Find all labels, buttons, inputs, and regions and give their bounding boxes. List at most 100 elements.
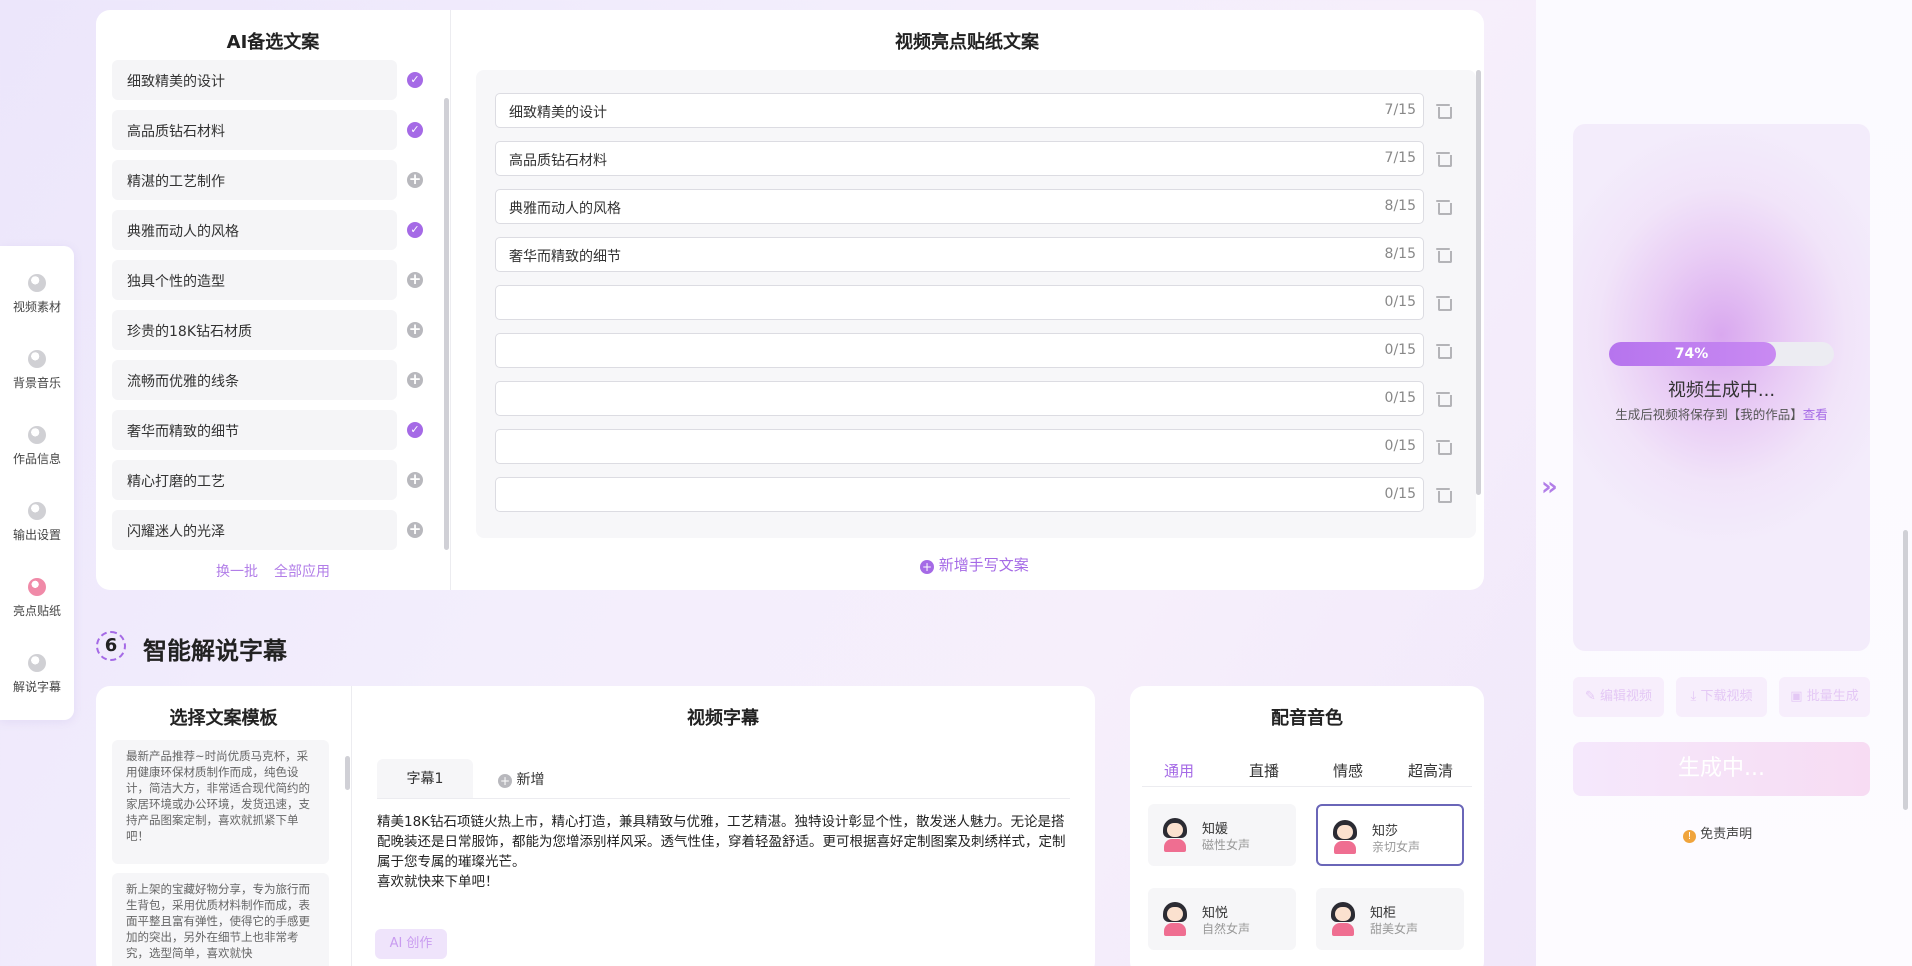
check-icon[interactable]: ✓ <box>407 122 423 138</box>
generate-button[interactable]: 生成中... <box>1573 742 1870 796</box>
sticker-input[interactable]: 高品质钻石材料 7/15 <box>495 141 1424 176</box>
candidate-item[interactable]: 精湛的工艺制作 <box>112 160 397 200</box>
nav-item-background-music[interactable]: 背景音乐 <box>0 350 74 391</box>
add-subtitle-tab[interactable]: + 新增 <box>498 769 544 789</box>
candidate-item[interactable]: 细致精美的设计 <box>112 60 397 100</box>
disclaimer-label: 免责声明 <box>1700 827 1753 842</box>
templates-scrollbar[interactable] <box>345 756 350 790</box>
section-title: 智能解说字幕 <box>143 637 287 665</box>
check-icon[interactable]: ✓ <box>407 422 423 438</box>
avatar <box>1162 902 1188 936</box>
subtitle-tab[interactable]: 字幕1 <box>377 759 473 799</box>
sticker-input[interactable]: 0/15 <box>495 333 1424 368</box>
candidate-text: 奢华而精致的细节 <box>127 424 239 440</box>
sticker-input[interactable]: 0/15 <box>495 429 1424 464</box>
subtitle-content: 精美18K钻石项链火热上市，精心打造，兼具精致与优雅，工艺精湛。独特设计彰显个性… <box>377 814 1066 870</box>
voice-option-selected[interactable]: 知莎 亲切女声 <box>1316 804 1464 866</box>
generating-status: 视频生成中... <box>1667 380 1776 401</box>
download-icon: ⤓ <box>1690 689 1697 704</box>
check-icon[interactable]: ✓ <box>407 72 423 88</box>
template-item[interactable]: 新上架的宝藏好物分享，专为旅行而生背包，采用优质材料制作而成，表面平整且富有弹性… <box>112 873 329 966</box>
apply-all-link[interactable]: 全部应用 <box>274 561 330 581</box>
template-item[interactable]: 最新产品推荐~时尚优质马克杯，采用健康环保材质制作而成，纯色设计，简洁大方，非常… <box>112 740 329 864</box>
avatar <box>1162 818 1188 852</box>
delete-icon[interactable] <box>1436 486 1452 503</box>
info-icon <box>28 426 46 444</box>
video-material-icon <box>28 274 46 292</box>
ai-create-button[interactable]: AI 创作 <box>375 929 447 959</box>
candidate-item[interactable]: 典雅而动人的风格 <box>112 210 397 250</box>
save-hint-text: 生成后视频将保存到【我的作品】 <box>1615 407 1803 422</box>
voice-option[interactable]: 知媛 磁性女声 <box>1148 804 1296 866</box>
add-icon[interactable]: + <box>407 172 423 188</box>
sticker-input[interactable]: 0/15 <box>495 477 1424 512</box>
voice-option[interactable]: 知悦 自然女声 <box>1148 888 1296 950</box>
edit-video-button[interactable]: ✎ 编辑视频 <box>1573 677 1664 717</box>
nav-label: 视频素材 <box>12 300 61 314</box>
add-icon[interactable]: + <box>407 472 423 488</box>
subtitle-textarea[interactable]: 精美18K钻石项链火热上市，精心打造，兼具精致与优雅，工艺精湛。独特设计彰显个性… <box>377 812 1070 892</box>
candidate-item[interactable]: 奢华而精致的细节 <box>112 410 397 450</box>
delete-icon[interactable] <box>1436 438 1452 455</box>
candidates-scrollbar[interactable] <box>444 98 449 550</box>
nav-item-work-info[interactable]: 作品信息 <box>0 426 74 467</box>
candidate-item[interactable]: 流畅而优雅的线条 <box>112 360 397 400</box>
candidate-item[interactable]: 独具个性的造型 <box>112 260 397 300</box>
tab-underline <box>377 798 1070 799</box>
subtitle-content-line: 喜欢就快来下单吧！ <box>377 874 499 890</box>
nav-item-video-material[interactable]: 视频素材 <box>0 274 74 315</box>
delete-icon[interactable] <box>1436 246 1452 263</box>
char-count: 0/15 <box>1384 294 1416 310</box>
sticker-input[interactable]: 奢华而精致的细节 8/15 <box>495 237 1424 272</box>
sticker-input[interactable]: 0/15 <box>495 285 1424 320</box>
add-icon[interactable]: + <box>407 322 423 338</box>
candidate-text: 精湛的工艺制作 <box>127 174 225 190</box>
nav-item-highlight-sticker[interactable]: 亮点贴纸 <box>0 578 74 619</box>
nav-item-output-settings[interactable]: 输出设置 <box>0 502 74 543</box>
save-hint: 生成后视频将保存到【我的作品】查看 <box>1573 404 1870 423</box>
voice-tab-emotion[interactable]: 情感 <box>1333 760 1363 781</box>
voice-name: 知媛 <box>1202 822 1229 837</box>
candidate-text: 珍贵的18K钻石材质 <box>127 324 252 340</box>
add-icon[interactable]: + <box>407 372 423 388</box>
candidate-item[interactable]: 精心打磨的工艺 <box>112 460 397 500</box>
refresh-link[interactable]: 换一批 <box>216 561 258 581</box>
sticker-input[interactable]: 细致精美的设计 7/15 <box>495 93 1424 128</box>
voice-tab-hd[interactable]: 超高清 <box>1408 760 1453 781</box>
view-link[interactable]: 查看 <box>1803 407 1828 422</box>
add-icon[interactable]: + <box>407 522 423 538</box>
stickers-scrollbar[interactable] <box>1476 70 1481 495</box>
nav-label: 作品信息 <box>12 452 61 466</box>
delete-icon[interactable] <box>1436 198 1452 215</box>
voice-option[interactable]: 知柜 甜美女声 <box>1316 888 1464 950</box>
batch-generate-button[interactable]: ▣ 批量生成 <box>1779 677 1870 717</box>
candidate-item[interactable]: 闪耀迷人的光泽 <box>112 510 397 550</box>
nav-item-subtitles[interactable]: 解说字幕 <box>0 654 74 695</box>
add-handwritten-button[interactable]: + 新增手写文案 <box>920 554 1029 575</box>
download-video-button[interactable]: ⤓ 下载视频 <box>1676 677 1767 717</box>
add-icon[interactable]: + <box>407 272 423 288</box>
sticker-text: 细致精美的设计 <box>509 105 607 121</box>
delete-icon[interactable] <box>1436 390 1452 407</box>
delete-icon[interactable] <box>1436 150 1452 167</box>
sticker-input[interactable]: 0/15 <box>495 381 1424 416</box>
candidate-text: 高品质钻石材料 <box>127 124 225 140</box>
add-handwritten-label: 新增手写文案 <box>938 556 1029 574</box>
delete-icon[interactable] <box>1436 342 1452 359</box>
check-icon[interactable]: ✓ <box>407 222 423 238</box>
tab-underline <box>1142 786 1472 787</box>
candidate-item[interactable]: 高品质钻石材料 <box>112 110 397 150</box>
nav-label: 亮点贴纸 <box>12 604 61 618</box>
delete-icon[interactable] <box>1436 294 1452 311</box>
page-scrollbar[interactable] <box>1903 530 1908 810</box>
expand-arrows-icon[interactable]: » <box>1541 472 1558 502</box>
delete-icon[interactable] <box>1436 102 1452 119</box>
disclaimer-link[interactable]: ! 免责声明 <box>1683 823 1752 843</box>
candidate-item[interactable]: 珍贵的18K钻石材质 <box>112 310 397 350</box>
avatar <box>1332 820 1358 854</box>
sticker-input[interactable]: 典雅而动人的风格 8/15 <box>495 189 1424 224</box>
voice-tab-general[interactable]: 通用 <box>1164 760 1194 781</box>
candidate-text: 典雅而动人的风格 <box>127 224 239 240</box>
voice-tab-live[interactable]: 直播 <box>1249 760 1279 781</box>
candidate-text: 闪耀迷人的光泽 <box>127 524 225 540</box>
